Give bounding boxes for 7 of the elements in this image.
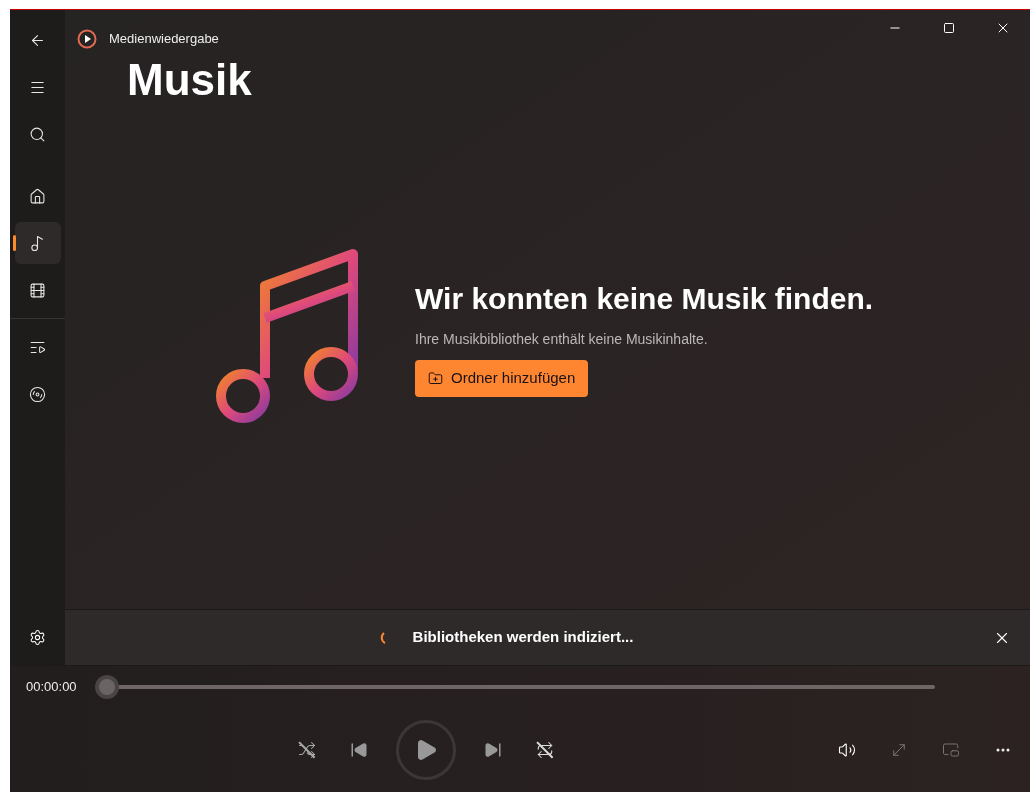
empty-state-title: Wir konnten keine Musik finden. xyxy=(415,280,874,317)
page-title: Musik xyxy=(127,55,252,104)
elapsed-time: 00:00:00 xyxy=(26,678,77,697)
notification-text: Bibliotheken werden indiziert... xyxy=(412,627,634,648)
app-title: Medienwiedergabe xyxy=(109,30,219,49)
add-folder-button[interactable]: Ordner hinzufügen xyxy=(415,359,589,397)
empty-state-message: Ihre Musikbibliothek enthält keine Musikinhalte. xyxy=(415,329,708,349)
